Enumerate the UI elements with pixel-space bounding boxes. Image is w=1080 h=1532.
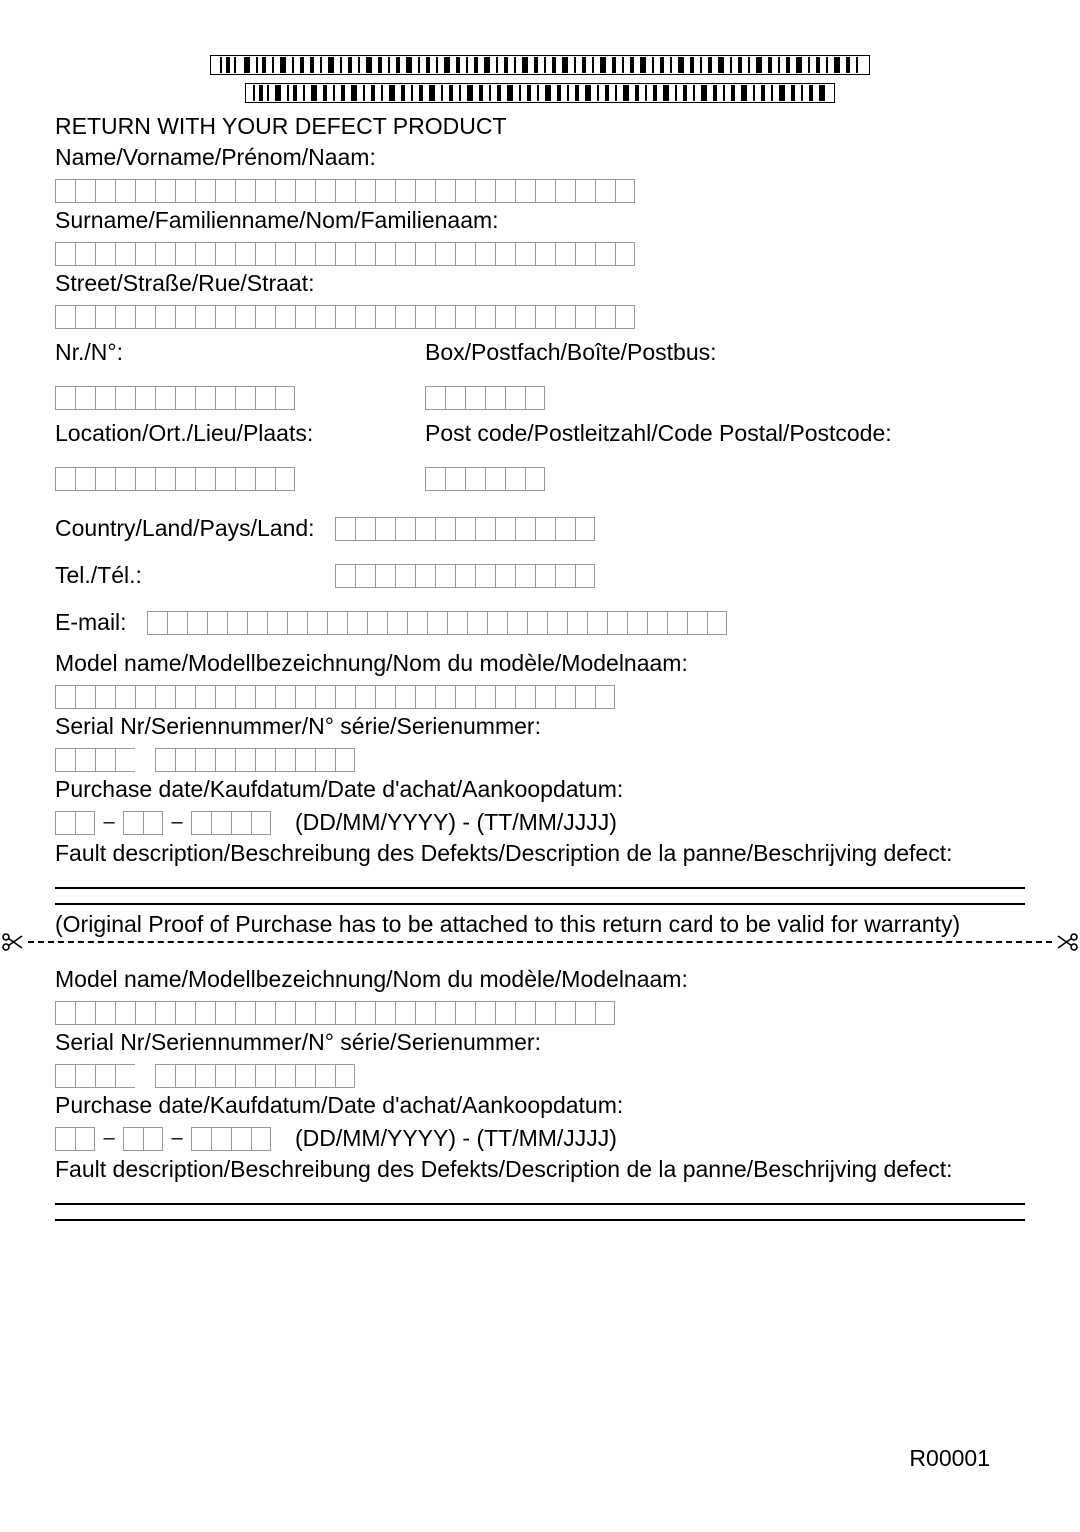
scissors-icon <box>0 930 24 954</box>
tel-label: Tel./Tél.: <box>55 562 315 589</box>
location-label: Location/Ort./Lieu/Plaats: <box>55 420 385 447</box>
date-format-hint: (DD/MM/YYYY) - (TT/MM/JJJJ) <box>295 1125 617 1152</box>
purchase-date-input-2[interactable]: ––(DD/MM/YYYY) - (TT/MM/JJJJ) <box>55 1125 1025 1152</box>
purchase-date-input[interactable]: ––(DD/MM/YYYY) - (TT/MM/JJJJ) <box>55 809 1025 836</box>
model-input-2[interactable] <box>55 1001 1025 1025</box>
street-label: Street/Straße/Rue/Straat: <box>55 270 1025 297</box>
street-input[interactable] <box>55 305 1025 329</box>
form-title: RETURN WITH YOUR DEFECT PRODUCT <box>55 113 1025 140</box>
name-input[interactable] <box>55 179 1025 203</box>
fault-line-3[interactable] <box>55 1203 1025 1205</box>
postcode-input[interactable] <box>425 467 892 491</box>
model-input[interactable] <box>55 685 1025 709</box>
serial-label-2: Serial Nr/Seriennummer/N° série/Serienum… <box>55 1029 1025 1056</box>
serial-label: Serial Nr/Seriennummer/N° série/Serienum… <box>55 713 1025 740</box>
model-label-2: Model name/Modellbezeichnung/Nom du modè… <box>55 966 1025 993</box>
postcode-label: Post code/Postleitzahl/Code Postal/Postc… <box>425 420 892 447</box>
cut-line <box>0 930 1080 954</box>
tel-input[interactable] <box>335 564 595 588</box>
scissors-icon <box>1056 930 1080 954</box>
serial-input[interactable] <box>55 748 1025 772</box>
nr-label: Nr./N°: <box>55 339 385 366</box>
fault-line-2[interactable] <box>55 903 1025 905</box>
location-input[interactable] <box>55 467 385 491</box>
serial-input-2[interactable] <box>55 1064 1025 1088</box>
surname-label: Surname/Familienname/Nom/Familienaam: <box>55 207 1025 234</box>
box-input[interactable] <box>425 386 717 410</box>
top-barcode-1 <box>210 55 870 75</box>
nr-input[interactable] <box>55 386 385 410</box>
country-label: Country/Land/Pays/Land: <box>55 515 315 542</box>
barcode-block <box>55 55 1025 103</box>
box-label: Box/Postfach/Boîte/Postbus: <box>425 339 717 366</box>
country-input[interactable] <box>335 517 595 541</box>
email-input[interactable] <box>147 611 727 635</box>
email-label: E-mail: <box>55 609 135 636</box>
page-code: R00001 <box>909 1445 990 1472</box>
fault-line-4[interactable] <box>55 1219 1025 1221</box>
fault-label-2: Fault description/Beschreibung des Defek… <box>55 1156 1025 1183</box>
fault-line-1[interactable] <box>55 887 1025 889</box>
date-format-hint: (DD/MM/YYYY) - (TT/MM/JJJJ) <box>295 809 617 836</box>
purchase-label-2: Purchase date/Kaufdatum/Date d'achat/Aan… <box>55 1092 1025 1119</box>
name-label: Name/Vorname/Prénom/Naam: <box>55 144 1025 171</box>
purchase-label: Purchase date/Kaufdatum/Date d'achat/Aan… <box>55 776 1025 803</box>
surname-input[interactable] <box>55 242 1025 266</box>
model-label: Model name/Modellbezeichnung/Nom du modè… <box>55 650 1025 677</box>
fault-label: Fault description/Beschreibung des Defek… <box>55 840 1025 867</box>
top-barcode-2 <box>245 83 835 103</box>
